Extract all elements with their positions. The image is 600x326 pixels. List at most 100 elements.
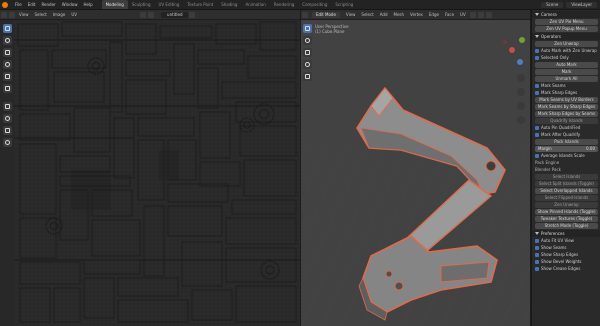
vp-menu-mesh[interactable]: Mesh <box>391 12 408 17</box>
operator-button[interactable]: Zen UV Pie Menu <box>535 19 598 25</box>
snap-toggle-icon[interactable] <box>485 11 492 18</box>
checkbox-option[interactable]: Mark Seams <box>535 83 598 89</box>
operator-button[interactable]: Show Pinned Islands (Toggle) <box>535 209 598 215</box>
vp-menu-uv[interactable]: UV <box>457 12 469 17</box>
vp-select-tool-icon[interactable] <box>302 24 312 33</box>
vp-cursor-tool-icon[interactable] <box>302 36 312 45</box>
checkbox-option[interactable]: Average Islands Scale <box>535 153 598 159</box>
menu-help[interactable]: Help <box>80 2 95 7</box>
tab-compositing[interactable]: Compositing <box>298 0 331 9</box>
operator-button[interactable]: Select Flipped Islands <box>535 195 598 201</box>
checkbox-option[interactable]: Auto Pin QuadriFied <box>535 125 598 131</box>
checkbox-icon[interactable] <box>535 49 539 53</box>
relax-tool-icon[interactable] <box>2 138 12 147</box>
uv-canvas[interactable] <box>14 20 300 326</box>
pivot-icon[interactable] <box>477 11 484 18</box>
operator-button[interactable]: Pack Islands <box>535 139 598 145</box>
annotate-tool-icon[interactable] <box>2 102 12 111</box>
checkbox-option[interactable]: Mark After Quadrify <box>535 132 598 138</box>
checkbox-option[interactable]: Auto Mark with Zen Unwrap <box>535 48 598 54</box>
checkbox-option[interactable]: Show Sharp Edges <box>535 252 598 258</box>
checkbox-icon[interactable] <box>535 154 539 158</box>
vp-scale-tool-icon[interactable] <box>302 72 312 81</box>
operator-button[interactable]: Zen Unwrap <box>535 202 598 208</box>
operator-button[interactable]: Zen Unwrap <box>535 41 598 47</box>
uv-menu-image[interactable]: Image <box>50 12 69 17</box>
uv-menu-select[interactable]: Select <box>32 12 50 17</box>
vp-menu-add[interactable]: Add <box>377 12 391 17</box>
vp-move-tool-icon[interactable] <box>302 48 312 57</box>
vp-menu-edge[interactable]: Edge <box>426 12 442 17</box>
sync-selection-icon[interactable] <box>140 11 147 18</box>
vp-rotate-tool-icon[interactable] <box>302 60 312 69</box>
cursor-tool-icon[interactable] <box>2 36 12 45</box>
checkbox-icon[interactable] <box>535 239 539 243</box>
operator-button[interactable]: Auto Mark <box>535 62 598 68</box>
vp-menu-vertex[interactable]: Vertex <box>407 12 426 17</box>
operator-button[interactable]: Select Islands <box>535 174 598 180</box>
checkbox-icon[interactable] <box>535 260 539 264</box>
tab-shading[interactable]: Shading <box>217 0 241 9</box>
view-layer-selector[interactable]: ViewLayer <box>566 1 597 8</box>
tab-uv-editing[interactable]: UV Editing <box>155 0 184 9</box>
operator-button[interactable]: Stretch Mode (Toggle) <box>535 223 598 229</box>
panel-header-operators[interactable]: Operators <box>532 33 600 40</box>
checkbox-option[interactable]: Mark Sharp Edges <box>535 90 598 96</box>
menu-edit[interactable]: Edit <box>25 2 39 7</box>
panel-header-preferences[interactable]: Preferences <box>532 230 600 237</box>
viewport-canvas[interactable] <box>301 20 530 326</box>
uv-select-mode-icon[interactable] <box>9 11 15 18</box>
operator-button[interactable]: Zen UV Popup Menu <box>535 26 598 32</box>
new-image-icon[interactable] <box>189 11 196 18</box>
image-selector[interactable]: untitled <box>161 11 189 18</box>
operator-button[interactable]: Mark Seams by UV Borders <box>535 97 598 103</box>
transform-orientation-icon[interactable] <box>469 11 476 18</box>
checkbox-icon[interactable] <box>535 91 539 95</box>
operator-button[interactable]: Tweaker Textures (Toggle) <box>535 216 598 222</box>
tab-sculpting[interactable]: Sculpting <box>128 0 155 9</box>
operator-button[interactable]: Unmark All <box>535 76 598 82</box>
rotate-tool-icon[interactable] <box>2 60 12 69</box>
checkbox-icon[interactable] <box>535 84 539 88</box>
operator-button[interactable]: Select Split Islands (Toggle) <box>535 181 598 187</box>
viewport-editor-type-icon[interactable] <box>302 11 308 18</box>
operator-button[interactable]: Mark Seams by Sharp Edges <box>535 104 598 110</box>
checkbox-option[interactable]: Auto Fit UV View <box>535 238 598 244</box>
pinch-tool-icon[interactable] <box>2 126 12 135</box>
checkbox-icon[interactable] <box>535 56 539 60</box>
checkbox-icon[interactable] <box>535 246 539 250</box>
vp-menu-view[interactable]: View <box>343 12 359 17</box>
move-tool-icon[interactable] <box>2 48 12 57</box>
numeric-field[interactable]: Margin 0.00 <box>535 146 598 152</box>
operator-button[interactable]: Select Overlapped Islands <box>535 188 598 194</box>
checkbox-option[interactable]: Show Seams <box>535 245 598 251</box>
vp-menu-face[interactable]: Face <box>442 12 457 17</box>
menu-file[interactable]: File <box>12 2 25 7</box>
editor-type-icon[interactable] <box>1 11 7 18</box>
checkbox-icon[interactable] <box>535 126 539 130</box>
tab-scripting[interactable]: Scripting <box>331 0 357 9</box>
scale-tool-icon[interactable] <box>2 72 12 81</box>
panel-header-camera[interactable]: Camera <box>532 11 600 18</box>
snap-icon[interactable] <box>148 11 155 18</box>
tab-modeling[interactable]: Modeling <box>101 0 128 9</box>
vp-menu-select[interactable]: Select <box>358 12 376 17</box>
tab-texture-paint[interactable]: Texture Paint <box>183 0 217 9</box>
grab-tool-icon[interactable] <box>2 114 12 123</box>
menu-window[interactable]: Window <box>59 2 81 7</box>
checkbox-icon[interactable] <box>535 133 539 137</box>
tab-rendering[interactable]: Rendering <box>270 0 298 9</box>
scene-selector[interactable]: Scene <box>541 1 564 8</box>
mode-selector[interactable]: Edit Mode <box>312 11 340 18</box>
operator-button[interactable]: Mark Sharp Edges by Seams <box>535 111 598 117</box>
blender-logo-icon[interactable] <box>2 1 8 8</box>
field-value[interactable]: 0.00 <box>586 146 595 152</box>
menu-render[interactable]: Render <box>38 2 58 7</box>
operator-button[interactable]: Mark <box>535 69 598 75</box>
select-box-tool-icon[interactable] <box>2 24 12 33</box>
checkbox-option[interactable]: Show Crease Edges <box>535 266 598 272</box>
uv-menu-view[interactable]: View <box>16 12 32 17</box>
operator-button[interactable]: Quadrify Islands <box>535 118 598 124</box>
checkbox-icon[interactable] <box>535 253 539 257</box>
checkbox-option[interactable]: Show Bevel Weights <box>535 259 598 265</box>
